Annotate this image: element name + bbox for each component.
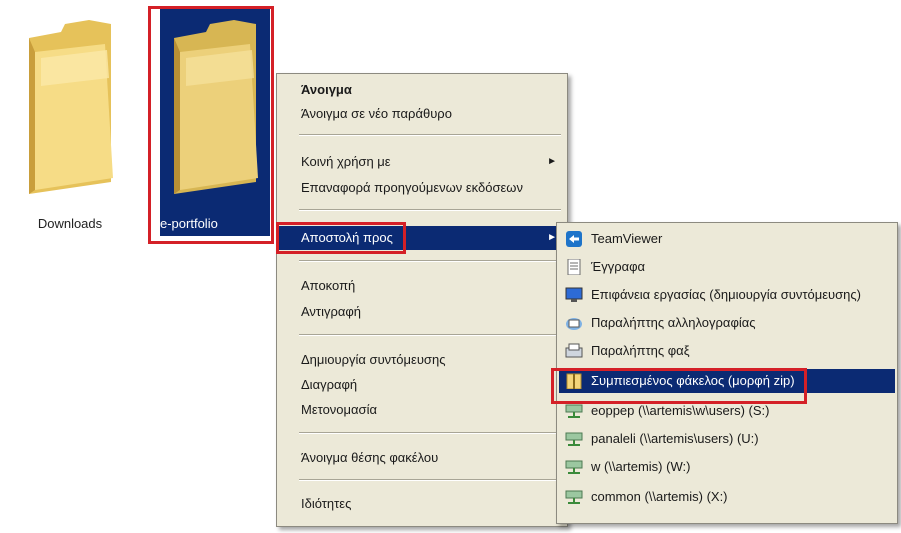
send-to-submenu: TeamViewer Έγγραφα Επιφάνεια εργασίας (δ… bbox=[556, 222, 898, 524]
send-to-item-compressed-zip-folder[interactable]: Συμπιεσμένος φάκελος (μορφή zip) bbox=[559, 369, 895, 393]
send-to-item-drive-x[interactable]: common (\\artemis) (X:) bbox=[559, 485, 895, 509]
menu-item-label: eoppep (\\artemis\w\users) (S:) bbox=[591, 403, 770, 418]
send-to-item-mail-recipient[interactable]: Παραλήπτης αλληλογραφίας bbox=[559, 311, 895, 335]
menu-item-label: panaleli (\\artemis\users) (U:) bbox=[591, 431, 759, 446]
menu-separator bbox=[299, 334, 561, 336]
send-to-item-drive-u[interactable]: panaleli (\\artemis\users) (U:) bbox=[559, 427, 895, 451]
send-to-item-drive-s[interactable]: eoppep (\\artemis\w\users) (S:) bbox=[559, 399, 895, 423]
folder-icon bbox=[174, 20, 258, 194]
menu-item-open-new-window[interactable]: Άνοιγμα σε νέο παράθυρο bbox=[279, 102, 565, 126]
network-drive-icon bbox=[565, 404, 583, 418]
menu-item-copy[interactable]: Αντιγραφή bbox=[279, 300, 565, 324]
menu-item-label: Παραλήπτης φαξ bbox=[591, 343, 690, 358]
desktop-item-label: e-portfolio bbox=[160, 216, 218, 231]
menu-item-properties[interactable]: Ιδιότητες bbox=[279, 492, 565, 516]
menu-item-rename[interactable]: Μετονομασία bbox=[279, 398, 565, 422]
send-to-item-documents[interactable]: Έγγραφα bbox=[559, 255, 895, 279]
desktop-icon bbox=[565, 287, 583, 302]
mail-recipient-icon bbox=[566, 318, 582, 330]
zip-folder-icon bbox=[566, 373, 582, 389]
fax-recipient-icon bbox=[565, 343, 583, 358]
network-drive-icon bbox=[565, 490, 583, 504]
menu-separator bbox=[299, 479, 561, 481]
menu-item-label: Αποστολή προς bbox=[301, 230, 393, 245]
desktop-item-label: Downloads bbox=[37, 216, 103, 231]
menu-item-label: Έγγραφα bbox=[591, 259, 646, 274]
menu-separator bbox=[299, 209, 561, 211]
menu-item-create-shortcut[interactable]: Δημιουργία συντόμευσης bbox=[279, 348, 565, 372]
menu-item-send-to[interactable]: Αποστολή προς ► bbox=[279, 226, 565, 250]
menu-item-label: Συμπιεσμένος φάκελος (μορφή zip) bbox=[591, 373, 795, 388]
menu-item-label: w (\\artemis) (W:) bbox=[591, 459, 691, 474]
send-to-item-drive-w[interactable]: w (\\artemis) (W:) bbox=[559, 455, 895, 479]
send-to-item-desktop-shortcut[interactable]: Επιφάνεια εργασίας (δημιουργία συντόμευσ… bbox=[559, 283, 895, 307]
menu-item-delete[interactable]: Διαγραφή bbox=[279, 373, 565, 397]
menu-item-open[interactable]: Άνοιγμα bbox=[279, 78, 565, 102]
menu-item-label: Κοινή χρήση με bbox=[301, 154, 391, 169]
teamviewer-icon bbox=[566, 231, 582, 247]
chevron-right-icon: ► bbox=[547, 156, 557, 167]
desktop-item-downloads[interactable]: Downloads bbox=[10, 8, 130, 236]
menu-item-label: common (\\artemis) (X:) bbox=[591, 489, 728, 504]
context-menu: Άνοιγμα Άνοιγμα σε νέο παράθυρο Κοινή χρ… bbox=[276, 73, 568, 527]
desktop-item-e-portfolio[interactable]: e-portfolio bbox=[160, 8, 270, 236]
menu-item-cut[interactable]: Αποκοπή bbox=[279, 274, 565, 298]
menu-separator bbox=[299, 260, 561, 262]
send-to-item-fax-recipient[interactable]: Παραλήπτης φαξ bbox=[559, 339, 895, 363]
menu-item-share-with[interactable]: Κοινή χρήση με ► bbox=[279, 150, 565, 174]
menu-item-open-folder-location[interactable]: Άνοιγμα θέσης φακέλου bbox=[279, 446, 565, 470]
network-drive-icon bbox=[565, 432, 583, 446]
send-to-item-teamviewer[interactable]: TeamViewer bbox=[559, 227, 895, 251]
documents-icon bbox=[567, 259, 581, 275]
menu-separator bbox=[299, 134, 561, 136]
menu-item-label: Επιφάνεια εργασίας (δημιουργία συντόμευσ… bbox=[591, 287, 861, 302]
network-drive-icon bbox=[565, 460, 583, 474]
menu-item-label: TeamViewer bbox=[591, 231, 663, 246]
menu-item-restore-previous-versions[interactable]: Επαναφορά προηγούμενων εκδόσεων bbox=[279, 176, 565, 200]
menu-item-label: Παραλήπτης αλληλογραφίας bbox=[591, 315, 756, 330]
menu-separator bbox=[299, 432, 561, 434]
folder-icon bbox=[29, 20, 113, 194]
